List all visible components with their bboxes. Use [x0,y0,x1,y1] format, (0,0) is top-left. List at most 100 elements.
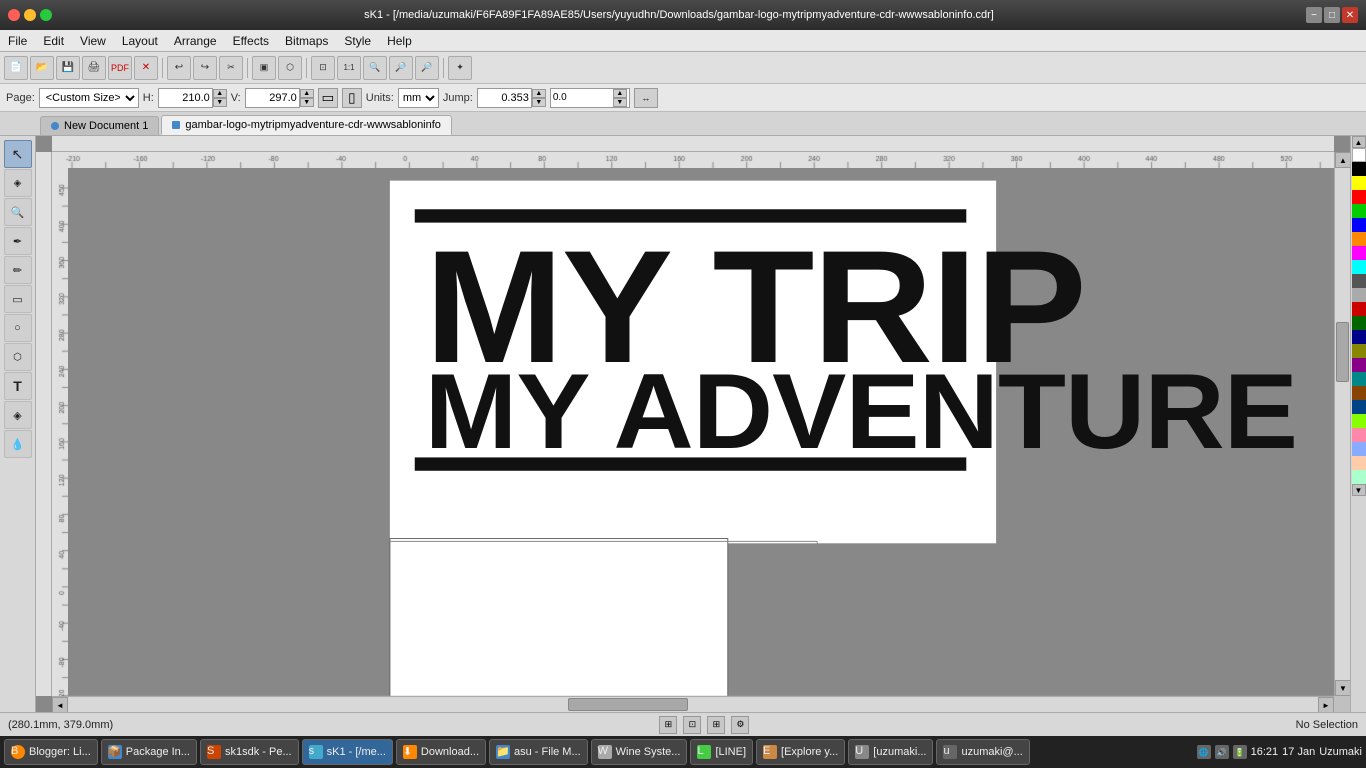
zoom-100-button[interactable]: 1:1 [337,56,361,80]
height-spinner[interactable]: ▲ ▼ [213,89,227,107]
taskbar-line[interactable]: L [LINE] [690,739,753,765]
fill-tool-button[interactable]: ◈ [4,401,32,429]
rect-tool-button[interactable]: ▭ [4,285,32,313]
taskbar-sk1sdk[interactable]: S sk1sdk - Pe... [200,739,299,765]
palette-color-lgray[interactable] [1352,288,1366,302]
palette-color-darkblue[interactable] [1352,330,1366,344]
width-down[interactable]: ▼ [300,98,314,107]
snap-grid-button[interactable]: ⊞ [659,716,677,734]
jump-spinner[interactable]: ▲ ▼ [532,89,546,107]
taskbar-sk1me[interactable]: s sK1 - [/me... [302,739,393,765]
select-tool-button[interactable]: ↖ [4,140,32,168]
scroll-v-track[interactable] [1335,168,1350,680]
width-spinner[interactable]: ▲ ▼ [300,89,314,107]
jump-input[interactable] [477,88,532,108]
page-size-select[interactable]: <Custom Size> [39,88,139,108]
palette-color-green[interactable] [1352,204,1366,218]
menu-layout[interactable]: Layout [114,30,166,51]
eyedrop-tool-button[interactable]: 💧 [4,430,32,458]
scrollbar-horizontal[interactable]: ◄ ► [52,696,1334,712]
close-button[interactable]: ✕ [1342,7,1358,23]
palette-color-darkred[interactable] [1352,302,1366,316]
palette-color-magenta[interactable] [1352,246,1366,260]
max-dot[interactable] [40,9,52,21]
scroll-v-down[interactable]: ▼ [1335,680,1350,696]
taskbar-wine[interactable]: W Wine Syste... [591,739,688,765]
close-doc-button[interactable]: ✕ [134,56,158,80]
palette-color-mint[interactable] [1352,470,1366,484]
palette-color-olive[interactable] [1352,344,1366,358]
menu-style[interactable]: Style [336,30,379,51]
document-canvas[interactable]: MY TRIP MY ADVENTURE [52,152,1334,696]
jump-up[interactable]: ▲ [532,89,546,98]
scroll-h-thumb[interactable] [568,698,688,711]
scroll-h-track[interactable] [68,697,1318,712]
cut-button[interactable]: ✂ [219,56,243,80]
palette-color-pink[interactable] [1352,428,1366,442]
palette-color-yellow[interactable] [1352,176,1366,190]
menu-arrange[interactable]: Arrange [166,30,225,51]
palette-color-darkgreen[interactable] [1352,316,1366,330]
width-input[interactable] [245,88,300,108]
viewport[interactable]: MY TRIP MY ADVENTURE [52,152,1334,696]
save-button[interactable]: 💾 [56,56,80,80]
palette-scroll-up[interactable]: ▲ [1352,136,1366,148]
zoom-prev-button[interactable]: 🔎 [415,56,439,80]
palette-color-navy[interactable] [1352,400,1366,414]
height-up[interactable]: ▲ [213,89,227,98]
freehand-tool-button[interactable]: ✏ [4,256,32,284]
taskbar-explore[interactable]: E [Explore y... [756,739,845,765]
taskbar-blogger[interactable]: B Blogger: Li... [4,739,98,765]
tab-new-document[interactable]: New Document 1 [40,116,159,135]
width-up[interactable]: ▲ [300,89,314,98]
height-input[interactable] [158,88,213,108]
maximize-button[interactable]: □ [1324,7,1340,23]
angle-down[interactable]: ▼ [613,98,627,107]
select-all-button[interactable]: ▣ [252,56,276,80]
angle-up[interactable]: ▲ [613,89,627,98]
scroll-v-up[interactable]: ▲ [1335,152,1350,168]
menu-edit[interactable]: Edit [35,30,72,51]
palette-color-peach[interactable] [1352,456,1366,470]
redo-button[interactable]: ↪ [193,56,217,80]
taskbar-package[interactable]: 📦 Package In... [101,739,197,765]
palette-color-dgray[interactable] [1352,274,1366,288]
scroll-h-left[interactable]: ◄ [52,697,68,712]
menu-bitmaps[interactable]: Bitmaps [277,30,336,51]
palette-color-blue[interactable] [1352,218,1366,232]
landscape-button[interactable]: ▯ [342,88,362,108]
menu-file[interactable]: File [0,30,35,51]
portrait-button[interactable]: ▭ [318,88,338,108]
taskbar-asu[interactable]: 📁 asu - File M... [489,739,588,765]
palette-color-purple[interactable] [1352,358,1366,372]
mirror-button[interactable]: ↔ [634,88,658,108]
grid-button[interactable]: ✦ [448,56,472,80]
open-button[interactable]: 📂 [30,56,54,80]
scroll-h-right[interactable]: ► [1318,697,1334,712]
export-pdf-button[interactable]: PDF [108,56,132,80]
palette-color-cyan[interactable] [1352,260,1366,274]
zoom-tool-button[interactable]: 🔍 [4,198,32,226]
taskbar-downloads[interactable]: ⬇ Download... [396,739,486,765]
close-dot[interactable] [8,9,20,21]
palette-color-lime[interactable] [1352,414,1366,428]
taskbar-uzumaki1[interactable]: U [uzumaki... [848,739,933,765]
palette-color-white[interactable] [1352,148,1366,162]
zoom-in-button[interactable]: 🔍 [363,56,387,80]
palette-scroll-down[interactable]: ▼ [1352,484,1366,496]
zoom-out-button[interactable]: 🔎 [389,56,413,80]
units-select[interactable]: mm in px [398,88,439,108]
snap-button[interactable]: ⊡ [683,716,701,734]
jump-down[interactable]: ▼ [532,98,546,107]
scroll-v-thumb[interactable] [1336,322,1349,382]
palette-color-brown[interactable] [1352,386,1366,400]
layers-button[interactable]: ⊞ [707,716,725,734]
minimize-button[interactable]: − [1306,7,1322,23]
print-button[interactable]: 🖨 [82,56,106,80]
undo-button[interactable]: ↩ [167,56,191,80]
tab-cdr-file[interactable]: gambar-logo-mytripmyadventure-cdr-wwwsab… [161,115,452,135]
pen-tool-button[interactable]: ✒ [4,227,32,255]
group-button[interactable]: ⬡ [278,56,302,80]
palette-color-black[interactable] [1352,162,1366,176]
ellipse-tool-button[interactable]: ○ [4,314,32,342]
